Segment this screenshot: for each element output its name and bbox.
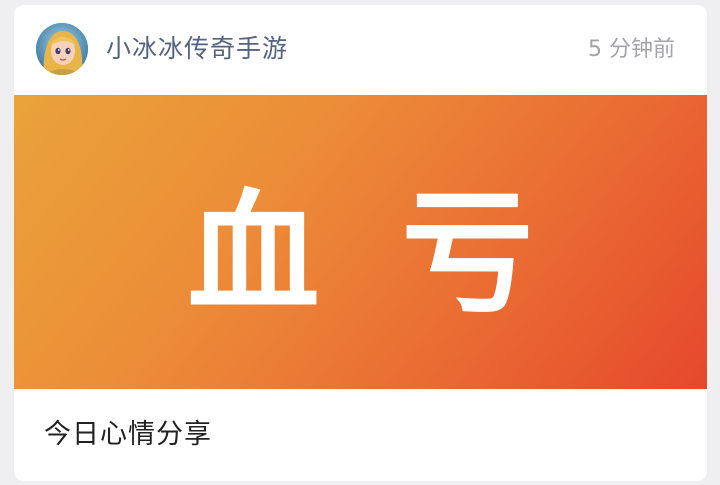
post-caption: 今日心情分享 (44, 419, 212, 450)
banner-text: 血亏 (187, 175, 616, 331)
avatar[interactable] (36, 23, 88, 75)
post-timestamp: 5 分钟前 (588, 37, 675, 62)
account-name[interactable]: 小冰冰传奇手游 (106, 32, 288, 66)
post-header: 小冰冰传奇手游 5 分钟前 (14, 5, 707, 95)
post-image-banner[interactable]: 血亏 (14, 95, 707, 389)
post-card[interactable]: 小冰冰传奇手游 5 分钟前 血亏 今日心情分享 (14, 5, 707, 481)
avatar-icon (36, 23, 88, 75)
